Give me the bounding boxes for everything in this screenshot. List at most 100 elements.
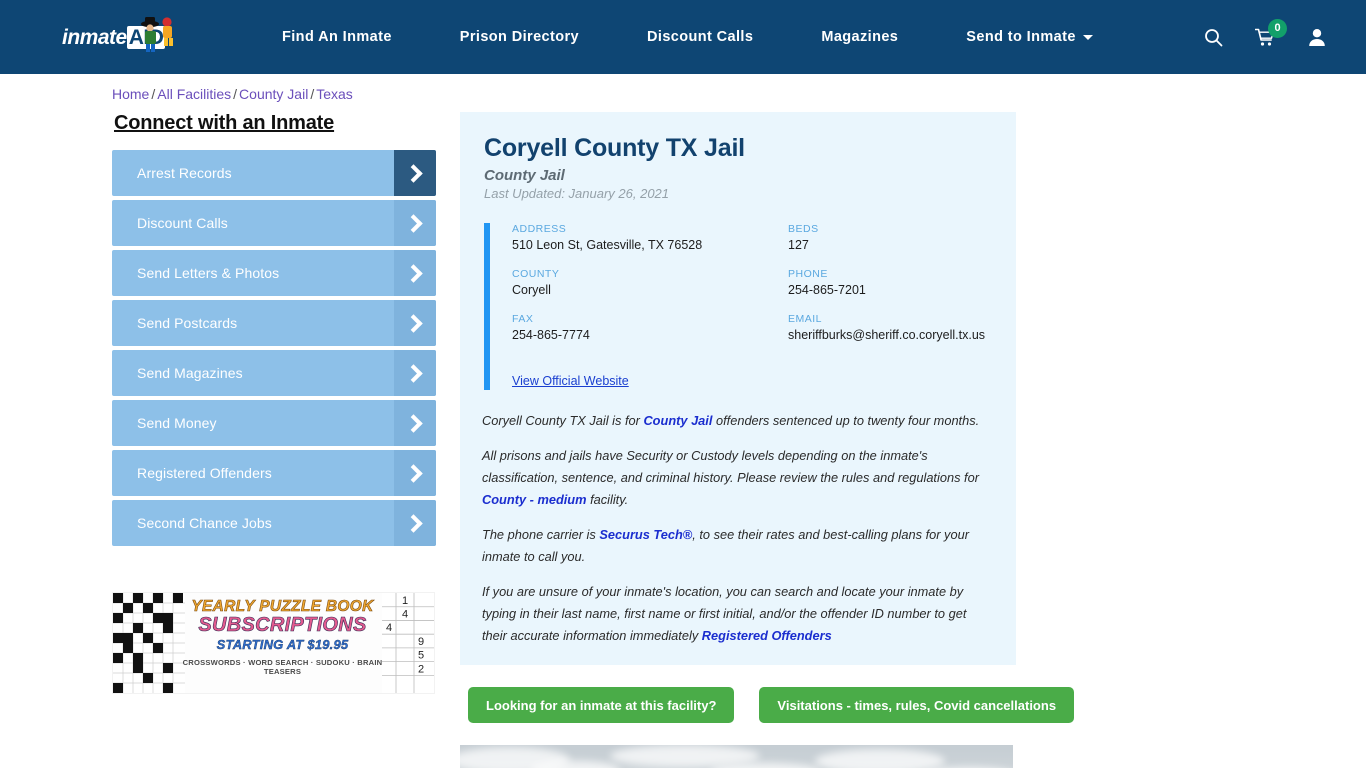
sidebar-item-label: Send Magazines: [137, 365, 243, 381]
facility-info-card: Coryell County TX Jail County Jail Last …: [460, 112, 1016, 396]
nav-item-send-to-inmate[interactable]: Send to Inmate: [932, 29, 1127, 45]
sidebar-item-second-chance-jobs[interactable]: Second Chance Jobs: [112, 500, 436, 546]
detail-county: COUNTY Coryell: [512, 268, 788, 297]
chevron-right-icon: [394, 200, 436, 246]
sidebar-item-label: Send Postcards: [137, 315, 238, 331]
sidebar-item-registered-offenders[interactable]: Registered Offenders: [112, 450, 436, 496]
breadcrumb: Home / All Facilities / County Jail / Texas: [0, 74, 1366, 102]
last-updated-text: Last Updated: January 26, 2021: [484, 186, 670, 201]
nav-label: Magazines: [821, 29, 899, 45]
svg-text:4: 4: [386, 622, 392, 634]
detail-label: PHONE: [788, 268, 828, 280]
ad-line-3: STARTING AT $19.95: [216, 637, 349, 653]
desc-text: offenders sentenced up to twenty four mo…: [712, 413, 980, 428]
sidebar: Connect with an Inmate Arrest Records Di…: [112, 112, 442, 768]
looking-for-inmate-button[interactable]: Looking for an inmate at this facility?: [468, 687, 735, 723]
main-layout: Connect with an Inmate Arrest Records Di…: [0, 102, 1366, 768]
chevron-right-icon: [394, 500, 436, 546]
official-website-row: View Official Website: [512, 358, 992, 390]
detail-value: 127: [788, 238, 809, 252]
page-title: Coryell County TX Jail: [484, 134, 745, 162]
user-account-icon[interactable]: [1308, 28, 1326, 47]
chevron-right-icon: [394, 350, 436, 396]
facility-details: ADDRESS 510 Leon St, Gatesville, TX 7652…: [484, 223, 992, 390]
sidebar-item-send-letters-photos[interactable]: Send Letters & Photos: [112, 250, 436, 296]
facility-type: County Jail: [484, 167, 565, 184]
chevron-right-icon: [394, 150, 436, 196]
crossword-grid-graphic: [113, 593, 185, 693]
sidebar-item-send-money[interactable]: Send Money: [112, 400, 436, 446]
main-content: Coryell County TX Jail County Jail Last …: [460, 112, 1075, 768]
accent-bar: [484, 223, 490, 390]
county-medium-link[interactable]: County - medium: [482, 492, 587, 507]
chevron-right-icon: [394, 250, 436, 296]
page-body: Home / All Facilities / County Jail / Texas Co…: [0, 74, 1366, 768]
site-logo[interactable]: inmateAID: [62, 15, 186, 59]
cart-icon[interactable]: 0: [1255, 18, 1287, 47]
detail-email: EMAIL sheriffburks@sheriff.co.coryell.tx…: [788, 313, 992, 342]
ad-line-1: YEARLY PUZZLE BOOK: [191, 598, 374, 615]
svg-text:9: 9: [418, 636, 424, 648]
breadcrumb-item-all-facilities[interactable]: All Facilities: [157, 86, 231, 102]
sidebar-item-label: Registered Offenders: [137, 465, 272, 481]
search-icon[interactable]: [1204, 28, 1223, 47]
sidebar-item-label: Discount Calls: [137, 215, 228, 231]
description-paragraph-3: The phone carrier is Securus Tech®, to s…: [482, 524, 992, 568]
inmate-mascot-icon: [141, 17, 173, 52]
cart-count-badge: 0: [1268, 18, 1287, 38]
sidebar-item-arrest-records[interactable]: Arrest Records: [112, 150, 436, 196]
facility-description: Coryell County TX Jail is for County Jai…: [460, 396, 1016, 665]
svg-text:2: 2: [418, 664, 424, 676]
detail-label: BEDS: [788, 223, 819, 235]
county-jail-link[interactable]: County Jail: [643, 413, 712, 428]
nav-item-find-an-inmate[interactable]: Find An Inmate: [248, 29, 426, 45]
nav-label: Send to Inmate: [966, 29, 1076, 45]
securus-tech-link[interactable]: Securus Tech®: [599, 527, 692, 542]
nav-label: Prison Directory: [459, 29, 580, 45]
chevron-right-icon: [394, 450, 436, 496]
breadcrumb-item-texas[interactable]: Texas: [316, 86, 353, 102]
svg-text:5: 5: [418, 650, 424, 662]
detail-label: ADDRESS: [512, 223, 567, 235]
ad-line-2: SUBSCRIPTIONS: [198, 614, 367, 637]
detail-value: 254-865-7201: [788, 283, 866, 297]
facility-exterior-photo: [460, 745, 1013, 768]
sudoku-grid-graphic: 1 4 4 9 5 2: [382, 593, 434, 693]
description-paragraph-2: All prisons and jails have Security or C…: [482, 445, 992, 511]
svg-text:4: 4: [402, 609, 408, 621]
nav-label: Discount Calls: [647, 29, 754, 45]
view-official-website-link[interactable]: View Official Website: [512, 374, 629, 388]
nav-item-discount-calls[interactable]: Discount Calls: [613, 29, 787, 45]
detail-fax: FAX 254-865-7774: [512, 313, 788, 342]
registered-offenders-link[interactable]: Registered Offenders: [702, 628, 832, 643]
header-icon-group: 0: [1204, 18, 1338, 47]
sidebar-item-label: Arrest Records: [137, 165, 232, 181]
visitations-button[interactable]: Visitations - times, rules, Covid cancel…: [759, 687, 1075, 723]
detail-label: EMAIL: [788, 313, 823, 325]
detail-value: 254-865-7774: [512, 328, 590, 342]
nav-label: Find An Inmate: [282, 29, 392, 45]
sidebar-item-label: Second Chance Jobs: [137, 515, 272, 531]
chevron-right-icon: [394, 300, 436, 346]
chevron-down-icon: [1082, 34, 1093, 40]
sidebar-item-send-postcards[interactable]: Send Postcards: [112, 300, 436, 346]
breadcrumb-item-home[interactable]: Home: [112, 86, 149, 102]
detail-value: 510 Leon St, Gatesville, TX 76528: [512, 238, 703, 252]
cta-button-row: Looking for an inmate at this facility? …: [460, 687, 1075, 723]
sidebar-item-send-magazines[interactable]: Send Magazines: [112, 350, 436, 396]
ad-line-4: CROSSWORDS · WORD SEARCH · SUDOKU · BRAI…: [182, 657, 383, 676]
desc-text: facility.: [586, 492, 629, 507]
detail-label: COUNTY: [512, 268, 560, 280]
breadcrumb-separator: /: [233, 86, 238, 102]
detail-beds: BEDS 127: [788, 223, 992, 252]
detail-value: sheriffburks@sheriff.co.coryell.tx.us: [788, 328, 986, 342]
nav-item-prison-directory[interactable]: Prison Directory: [426, 29, 613, 45]
sidebar-item-label: Send Money: [137, 415, 217, 431]
breadcrumb-item-county-jail[interactable]: County Jail: [239, 86, 308, 102]
desc-text: The phone carrier is: [482, 527, 600, 542]
detail-value: Coryell: [512, 283, 551, 297]
nav-item-magazines[interactable]: Magazines: [787, 29, 932, 45]
main-navigation: Find An Inmate Prison Directory Discount…: [248, 29, 1127, 45]
sidebar-item-discount-calls[interactable]: Discount Calls: [112, 200, 436, 246]
puzzle-book-ad-banner[interactable]: 1 4 4 9 5 2 YEARLY PUZZLE BOOK SUBSCRIPTION…: [112, 592, 435, 694]
